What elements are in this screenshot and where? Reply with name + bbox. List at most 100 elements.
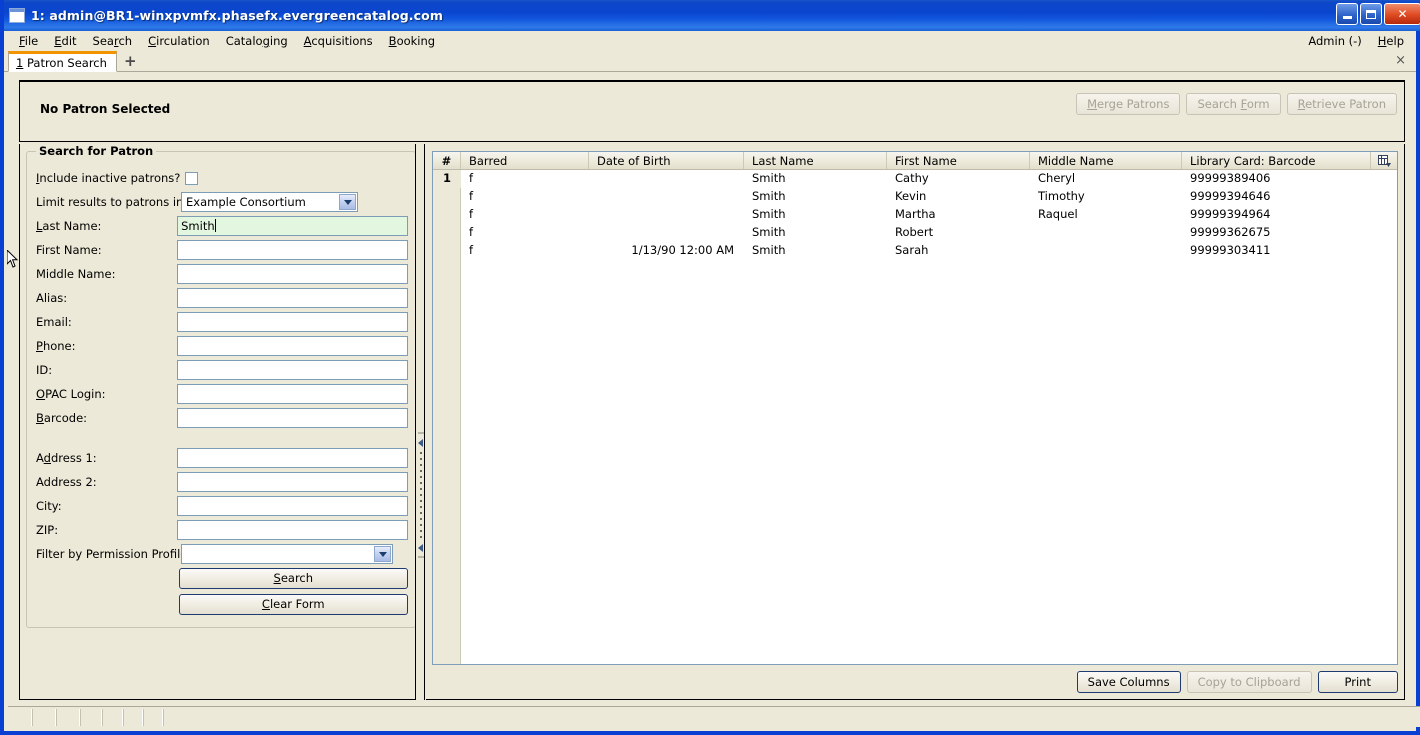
cell-barcode: 99999394646 bbox=[1190, 189, 1271, 203]
print-button[interactable]: Print bbox=[1317, 671, 1398, 693]
cell-last-name: Smith bbox=[752, 189, 786, 203]
alias-input[interactable] bbox=[177, 288, 408, 308]
column-header-barred[interactable]: Barred bbox=[461, 152, 589, 169]
cell-last-name: Smith bbox=[752, 243, 786, 257]
first-name-label: First Name: bbox=[36, 243, 102, 257]
column-header-first-name[interactable]: First Name bbox=[887, 152, 1030, 169]
panel-splitter[interactable] bbox=[415, 144, 425, 700]
cell-date-of-birth bbox=[589, 206, 744, 224]
include-inactive-checkbox[interactable] bbox=[185, 171, 198, 185]
menu-acquisitions[interactable]: Acquisitions bbox=[296, 32, 381, 50]
tab-patron-search[interactable]: 1 Patron Search bbox=[8, 51, 117, 72]
column-header-number[interactable]: # bbox=[433, 152, 461, 169]
city-input[interactable] bbox=[177, 496, 408, 516]
address2-input[interactable] bbox=[177, 472, 408, 492]
patron-status-label: No Patron Selected bbox=[40, 102, 171, 116]
cell-first-name: Martha bbox=[895, 207, 936, 221]
splitter-collapse-right-icon[interactable] bbox=[418, 544, 423, 552]
menu-edit[interactable]: Edit bbox=[46, 32, 84, 50]
barcode-input[interactable] bbox=[177, 408, 408, 428]
cell-date-of-birth: 1/13/90 12:00 AM bbox=[631, 243, 734, 257]
email-input[interactable] bbox=[177, 312, 408, 332]
patron-summary-bar: No Patron Selected Merge Patrons Search … bbox=[19, 80, 1405, 142]
row-city: City: bbox=[36, 494, 408, 518]
id-input[interactable] bbox=[177, 360, 408, 380]
menu-bar-right: Admin (-) Help bbox=[1300, 31, 1412, 50]
close-tab-button[interactable]: × bbox=[1395, 53, 1406, 68]
column-picker-icon[interactable] bbox=[1371, 152, 1397, 169]
minimize-button[interactable] bbox=[1336, 3, 1358, 25]
menu-search[interactable]: Search bbox=[85, 32, 141, 50]
column-header-library-card-barcode[interactable]: Library Card: Barcode bbox=[1182, 152, 1371, 169]
search-form-button[interactable]: Search Form bbox=[1186, 93, 1281, 115]
opac-login-input[interactable] bbox=[177, 384, 408, 404]
first-name-input[interactable] bbox=[177, 240, 408, 260]
window-icon bbox=[9, 8, 25, 23]
column-header-last-name[interactable]: Last Name bbox=[744, 152, 887, 169]
row-permission-profile: Filter by Permission Profile: bbox=[36, 542, 408, 566]
address1-input[interactable] bbox=[177, 448, 408, 468]
limit-results-label: Limit results to patrons in bbox=[36, 195, 184, 209]
email-label: Email: bbox=[36, 315, 72, 329]
cell-last-name: Smith bbox=[752, 171, 786, 185]
cell-barcode: 99999394964 bbox=[1190, 207, 1271, 221]
cell-first-name: Sarah bbox=[895, 243, 929, 257]
results-panel: # Barred Date of Birth Last Name First N… bbox=[426, 144, 1405, 700]
menu-file[interactable]: File bbox=[11, 32, 46, 50]
save-columns-button[interactable]: Save Columns bbox=[1076, 671, 1181, 693]
zip-input[interactable] bbox=[177, 520, 408, 540]
table-row[interactable]: 3 f Smith Martha Raquel 99999394964 bbox=[433, 206, 1397, 224]
permission-profile-select[interactable] bbox=[181, 544, 393, 564]
last-name-input[interactable]: Smith bbox=[177, 216, 408, 236]
cell-date-of-birth bbox=[589, 224, 744, 242]
menu-booking[interactable]: Booking bbox=[381, 32, 443, 50]
cell-middle-name bbox=[1030, 224, 1182, 242]
close-button[interactable]: ✕ bbox=[1384, 3, 1420, 25]
table-row[interactable]: 4 f Smith Robert 99999362675 bbox=[433, 224, 1397, 242]
cell-barred: f bbox=[469, 243, 474, 257]
cell-barcode: 99999303411 bbox=[1190, 243, 1271, 257]
groupbox-title: Search for Patron bbox=[36, 144, 157, 158]
title-bar: 1: admin@BR1-winxpvmfx.phasefx.evergreen… bbox=[4, 0, 1420, 31]
search-button[interactable]: Search bbox=[178, 567, 408, 589]
table-row[interactable]: 5 f 1/13/90 12:00 AM Smith Sarah 9999930… bbox=[433, 242, 1397, 260]
menu-admin[interactable]: Admin (-) bbox=[1300, 32, 1369, 50]
new-tab-button[interactable]: + bbox=[124, 54, 137, 69]
address2-label: Address 2: bbox=[36, 475, 97, 489]
column-header-middle-name[interactable]: Middle Name bbox=[1030, 152, 1182, 169]
row-first-name: First Name: bbox=[36, 238, 408, 262]
row-middle-name: Middle Name: bbox=[36, 262, 408, 286]
maximize-button[interactable] bbox=[1360, 3, 1382, 25]
cell-first-name: Kevin bbox=[895, 189, 927, 203]
row-zip: ZIP: bbox=[36, 518, 408, 542]
table-row[interactable]: 2 f Smith Kevin Timothy 99999394646 bbox=[433, 188, 1397, 206]
clear-form-button[interactable]: Clear Form bbox=[178, 593, 408, 615]
middle-name-input[interactable] bbox=[177, 264, 408, 284]
retrieve-patron-button[interactable]: Retrieve Patron bbox=[1286, 93, 1397, 115]
row-barcode: Barcode: bbox=[36, 406, 408, 430]
phone-input[interactable] bbox=[177, 336, 408, 356]
column-header-date-of-birth[interactable]: Date of Birth bbox=[589, 152, 744, 169]
table-row[interactable]: 1 f Smith Cathy Cheryl 99999389406 bbox=[433, 170, 1397, 188]
copy-to-clipboard-button[interactable]: Copy to Clipboard bbox=[1186, 671, 1312, 693]
last-name-label: Last Name: bbox=[36, 219, 102, 233]
menu-cataloging[interactable]: Cataloging bbox=[218, 32, 296, 50]
include-inactive-label: Include inactive patrons? bbox=[36, 171, 181, 185]
merge-patrons-button[interactable]: Merge Patrons bbox=[1076, 93, 1181, 115]
cell-barred: f bbox=[469, 171, 474, 185]
menu-circulation[interactable]: Circulation bbox=[140, 32, 218, 50]
window-controls: ✕ bbox=[1336, 3, 1420, 25]
row-address1: Address 1: bbox=[36, 446, 408, 470]
menu-help[interactable]: Help bbox=[1370, 32, 1412, 50]
application-window: 1: admin@BR1-winxpvmfx.phasefx.evergreen… bbox=[0, 0, 1420, 735]
chevron-down-icon bbox=[339, 194, 356, 210]
splitter-collapse-left-icon[interactable] bbox=[418, 439, 423, 447]
status-segment bbox=[8, 709, 32, 726]
limit-results-select[interactable]: Example Consortium bbox=[181, 192, 358, 212]
splitter-grip bbox=[420, 452, 422, 540]
minimize-icon bbox=[1342, 16, 1352, 19]
grid-header-row: # Barred Date of Birth Last Name First N… bbox=[433, 152, 1397, 170]
search-for-patron-groupbox: Search for Patron Include inactive patro… bbox=[26, 144, 416, 628]
maximize-icon bbox=[1366, 9, 1376, 19]
close-icon: ✕ bbox=[1397, 7, 1408, 21]
